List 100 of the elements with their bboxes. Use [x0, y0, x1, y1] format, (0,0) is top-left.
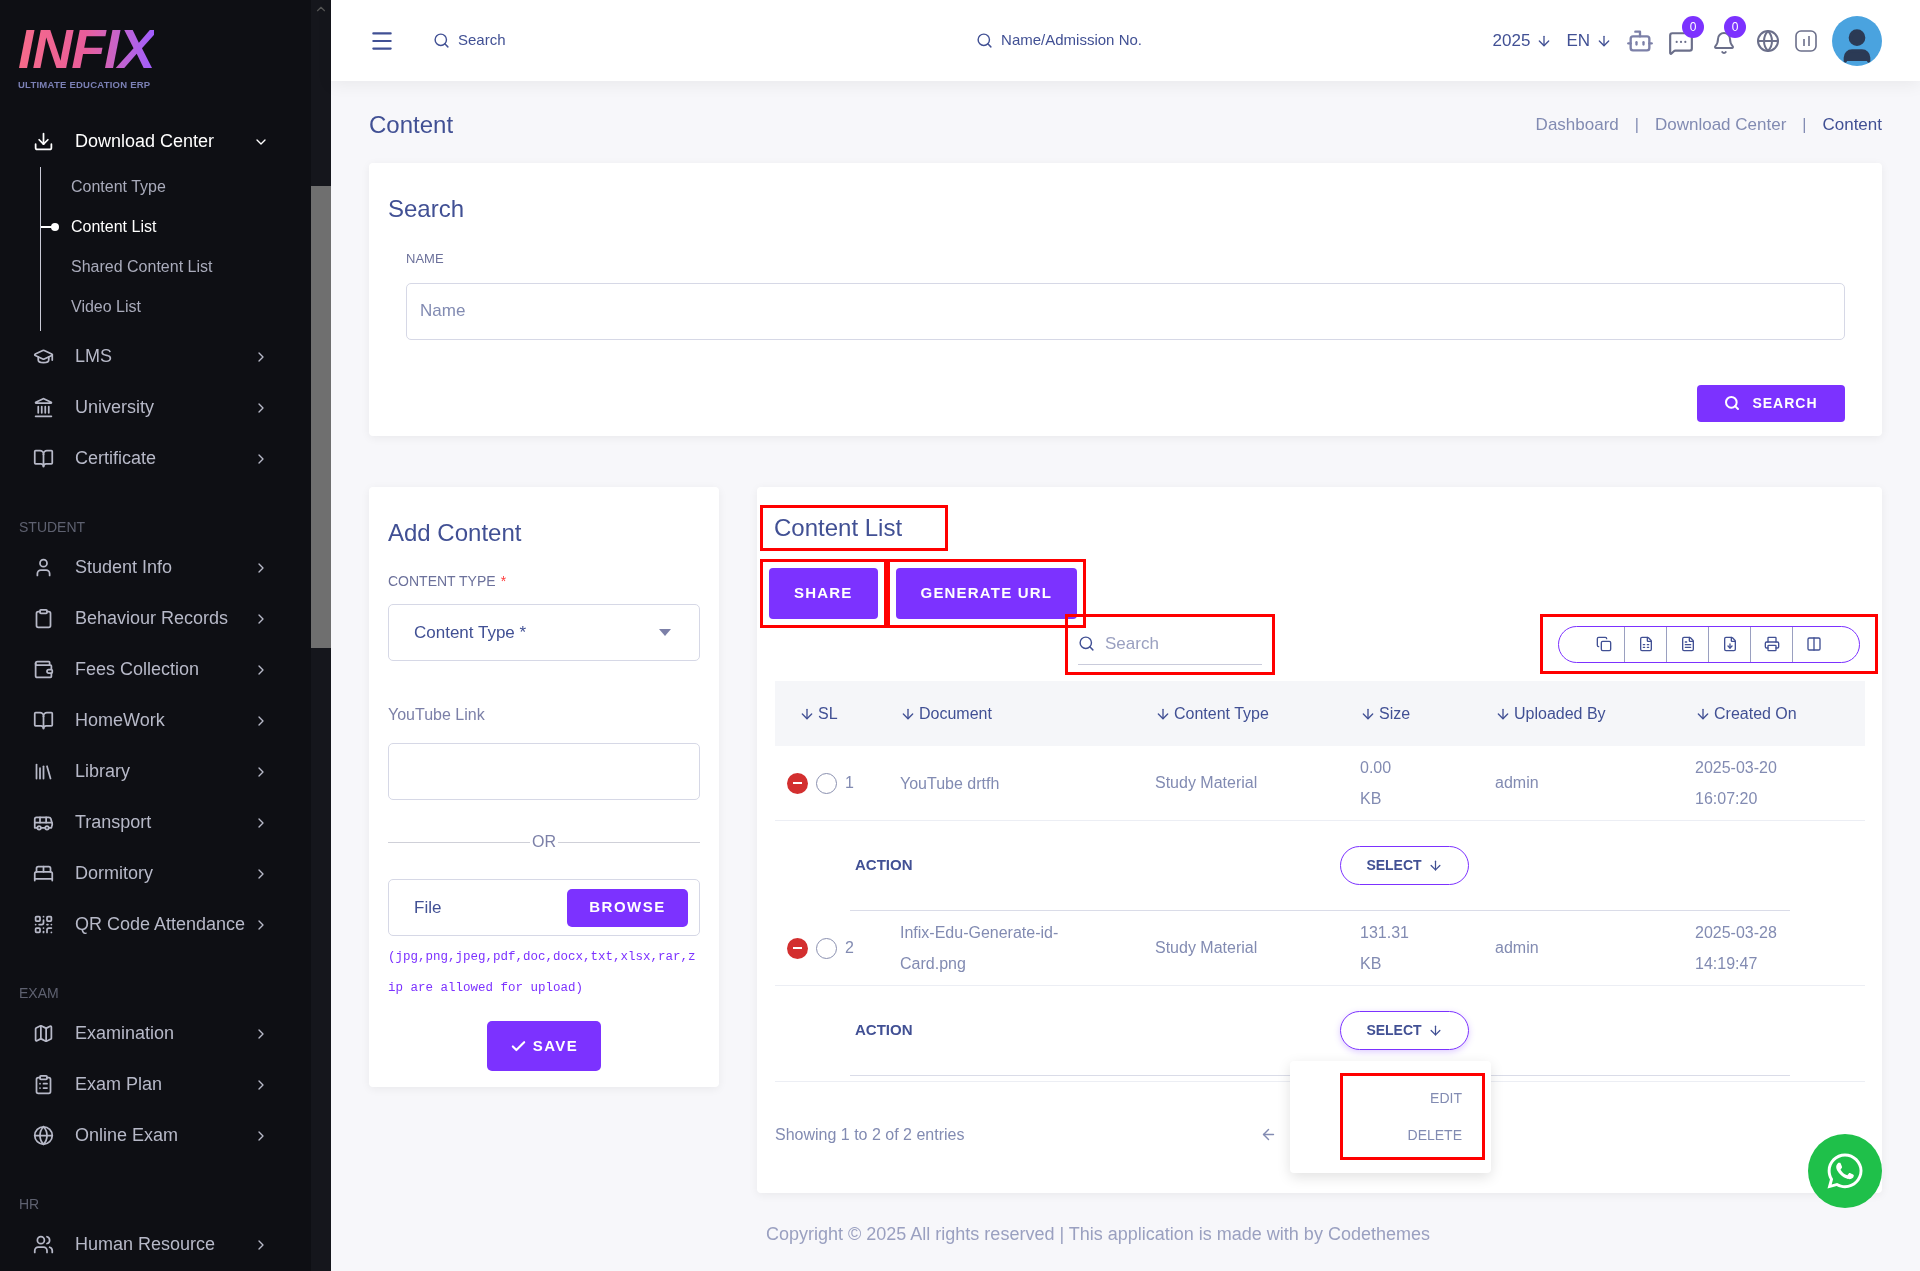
clipboard-icon: [33, 608, 54, 630]
save-button[interactable]: SAVE: [487, 1021, 601, 1071]
card-title: Search: [388, 194, 465, 224]
column-header[interactable]: SL: [775, 701, 838, 726]
checklist-icon: [33, 1074, 54, 1096]
qr-code-icon: [33, 914, 54, 936]
sidebar-item[interactable]: Dormitory: [0, 848, 311, 900]
sidebar-item[interactable]: Human Resource: [0, 1219, 311, 1271]
sidebar-item[interactable]: Behaviour Records: [0, 593, 311, 645]
table-cell-text: 2025-03-28 14:19:47: [1695, 923, 1778, 974]
field-label: NAME: [406, 250, 444, 268]
section-heading: EXAM: [18, 983, 59, 1003]
content-type-select[interactable]: Content Type *: [388, 604, 700, 661]
copy-icon[interactable]: [1595, 636, 1612, 652]
map-icon: [33, 1023, 54, 1045]
submenu-item[interactable]: Content List: [71, 215, 157, 240]
user-avatar[interactable]: [1832, 15, 1882, 66]
file-download-icon[interactable]: [1721, 636, 1738, 652]
globe-icon[interactable]: [1756, 28, 1780, 53]
download-icon: [33, 131, 54, 153]
sidebar-item[interactable]: Transport: [0, 797, 311, 849]
youtube-link-field[interactable]: [388, 743, 700, 800]
sidebar-item[interactable]: QR Code Attendance: [0, 899, 311, 951]
required-mark: *: [500, 572, 507, 591]
document-icon[interactable]: [1679, 636, 1696, 652]
row-radio[interactable]: [816, 772, 837, 794]
student-search-field[interactable]: Name/Admission No.: [976, 29, 1142, 52]
entries-info: Showing 1 to 2 of 2 entries: [775, 1124, 966, 1145]
table-cell-text: Study Material: [1155, 938, 1259, 958]
sidebar-item[interactable]: Exam Plan: [0, 1059, 311, 1111]
column-header[interactable]: Size: [1360, 701, 1411, 726]
column-header[interactable]: Document: [900, 701, 992, 726]
sidebar-item[interactable]: LMS: [0, 331, 311, 383]
sidebar-item[interactable]: Online Exam: [0, 1110, 311, 1162]
sidebar-item[interactable]: Fees Collection: [0, 644, 311, 696]
spreadsheet-icon[interactable]: [1637, 636, 1654, 652]
search-field[interactable]: Search: [433, 29, 506, 52]
column-header[interactable]: Created On: [1695, 701, 1797, 726]
notification-count-badge: 0: [1724, 15, 1746, 38]
year-dropdown[interactable]: 2025: [1492, 27, 1553, 54]
breadcrumb-separator: |: [1802, 115, 1807, 135]
search-icon: [1078, 635, 1095, 652]
card-title: Content List: [774, 513, 904, 543]
globe-icon: [33, 1125, 54, 1147]
book-icon: [33, 448, 54, 470]
phone-bubble-icon: [1825, 1151, 1865, 1191]
print-icon[interactable]: [1763, 636, 1780, 652]
message-count-badge: 0: [1682, 15, 1704, 38]
or-divider-text: OR: [531, 832, 557, 852]
name-field[interactable]: Name: [406, 282, 1845, 340]
wallet-icon: [33, 659, 54, 681]
columns-icon[interactable]: [1806, 636, 1822, 652]
row-radio[interactable]: [816, 937, 837, 959]
bell-icon[interactable]: [1712, 30, 1736, 55]
messages-icon[interactable]: [1668, 29, 1694, 56]
table-cell-text: admin: [1495, 773, 1540, 793]
action-label: ACTION: [854, 855, 914, 876]
users-icon: [33, 1234, 54, 1256]
card-title: Add Content: [388, 518, 522, 548]
submenu-item[interactable]: Content Type: [71, 175, 166, 200]
chart-icon[interactable]: [1794, 28, 1818, 53]
table-cell-text: admin: [1495, 938, 1540, 958]
table-cell-text: 2: [845, 938, 854, 958]
table-cell-text: Study Material: [1155, 773, 1259, 793]
logo-tagline: ULTIMATE EDUCATION ERP: [18, 78, 152, 92]
search-icon: [976, 32, 994, 49]
sidebar-item[interactable]: Download Center: [0, 116, 311, 168]
language-dropdown[interactable]: EN: [1566, 27, 1612, 54]
column-header[interactable]: Uploaded By: [1495, 701, 1606, 726]
sidebar-item[interactable]: University: [0, 382, 311, 434]
collapse-icon[interactable]: [787, 937, 808, 959]
file-field[interactable]: File BROWSE: [388, 879, 700, 936]
section-heading: STUDENT: [18, 517, 86, 537]
submenu-item[interactable]: Shared Content List: [71, 255, 213, 280]
submenu-item[interactable]: Video List: [71, 295, 141, 320]
sidebar-item[interactable]: Examination: [0, 1008, 311, 1060]
search-button[interactable]: SEARCH: [1697, 384, 1845, 422]
column-header[interactable]: Content Type: [1155, 701, 1269, 726]
action-button[interactable]: SHARE: [769, 568, 878, 619]
breadcrumb-link[interactable]: Content: [1822, 112, 1882, 138]
browse-button[interactable]: BROWSE: [567, 888, 688, 927]
table-cell-text: 131.31 KB: [1360, 923, 1410, 974]
search-icon: [433, 32, 450, 49]
scrollbar[interactable]: [311, 0, 331, 1271]
previous-page-icon[interactable]: [1260, 1126, 1277, 1143]
search-icon: [1724, 395, 1741, 411]
sidebar-item[interactable]: HomeWork: [0, 695, 311, 747]
page-title: Content: [369, 110, 454, 140]
sidebar-item[interactable]: Library: [0, 746, 311, 798]
sidebar-item[interactable]: Student Info: [0, 542, 311, 594]
book-icon: [33, 710, 54, 732]
arrow-down-icon: [1427, 858, 1443, 873]
sidebar-item[interactable]: Certificate: [0, 433, 311, 485]
bank-icon: [33, 397, 54, 419]
breadcrumb-separator: |: [1634, 115, 1639, 135]
table-cell-text: YouTube drtfh: [900, 773, 1001, 794]
action-label: ACTION: [854, 1020, 914, 1041]
table-cell-text: Infix-Edu-Generate-id-Card.png: [900, 923, 1060, 974]
action-button[interactable]: GENERATE URL: [895, 568, 1078, 619]
collapse-icon[interactable]: [787, 772, 808, 794]
